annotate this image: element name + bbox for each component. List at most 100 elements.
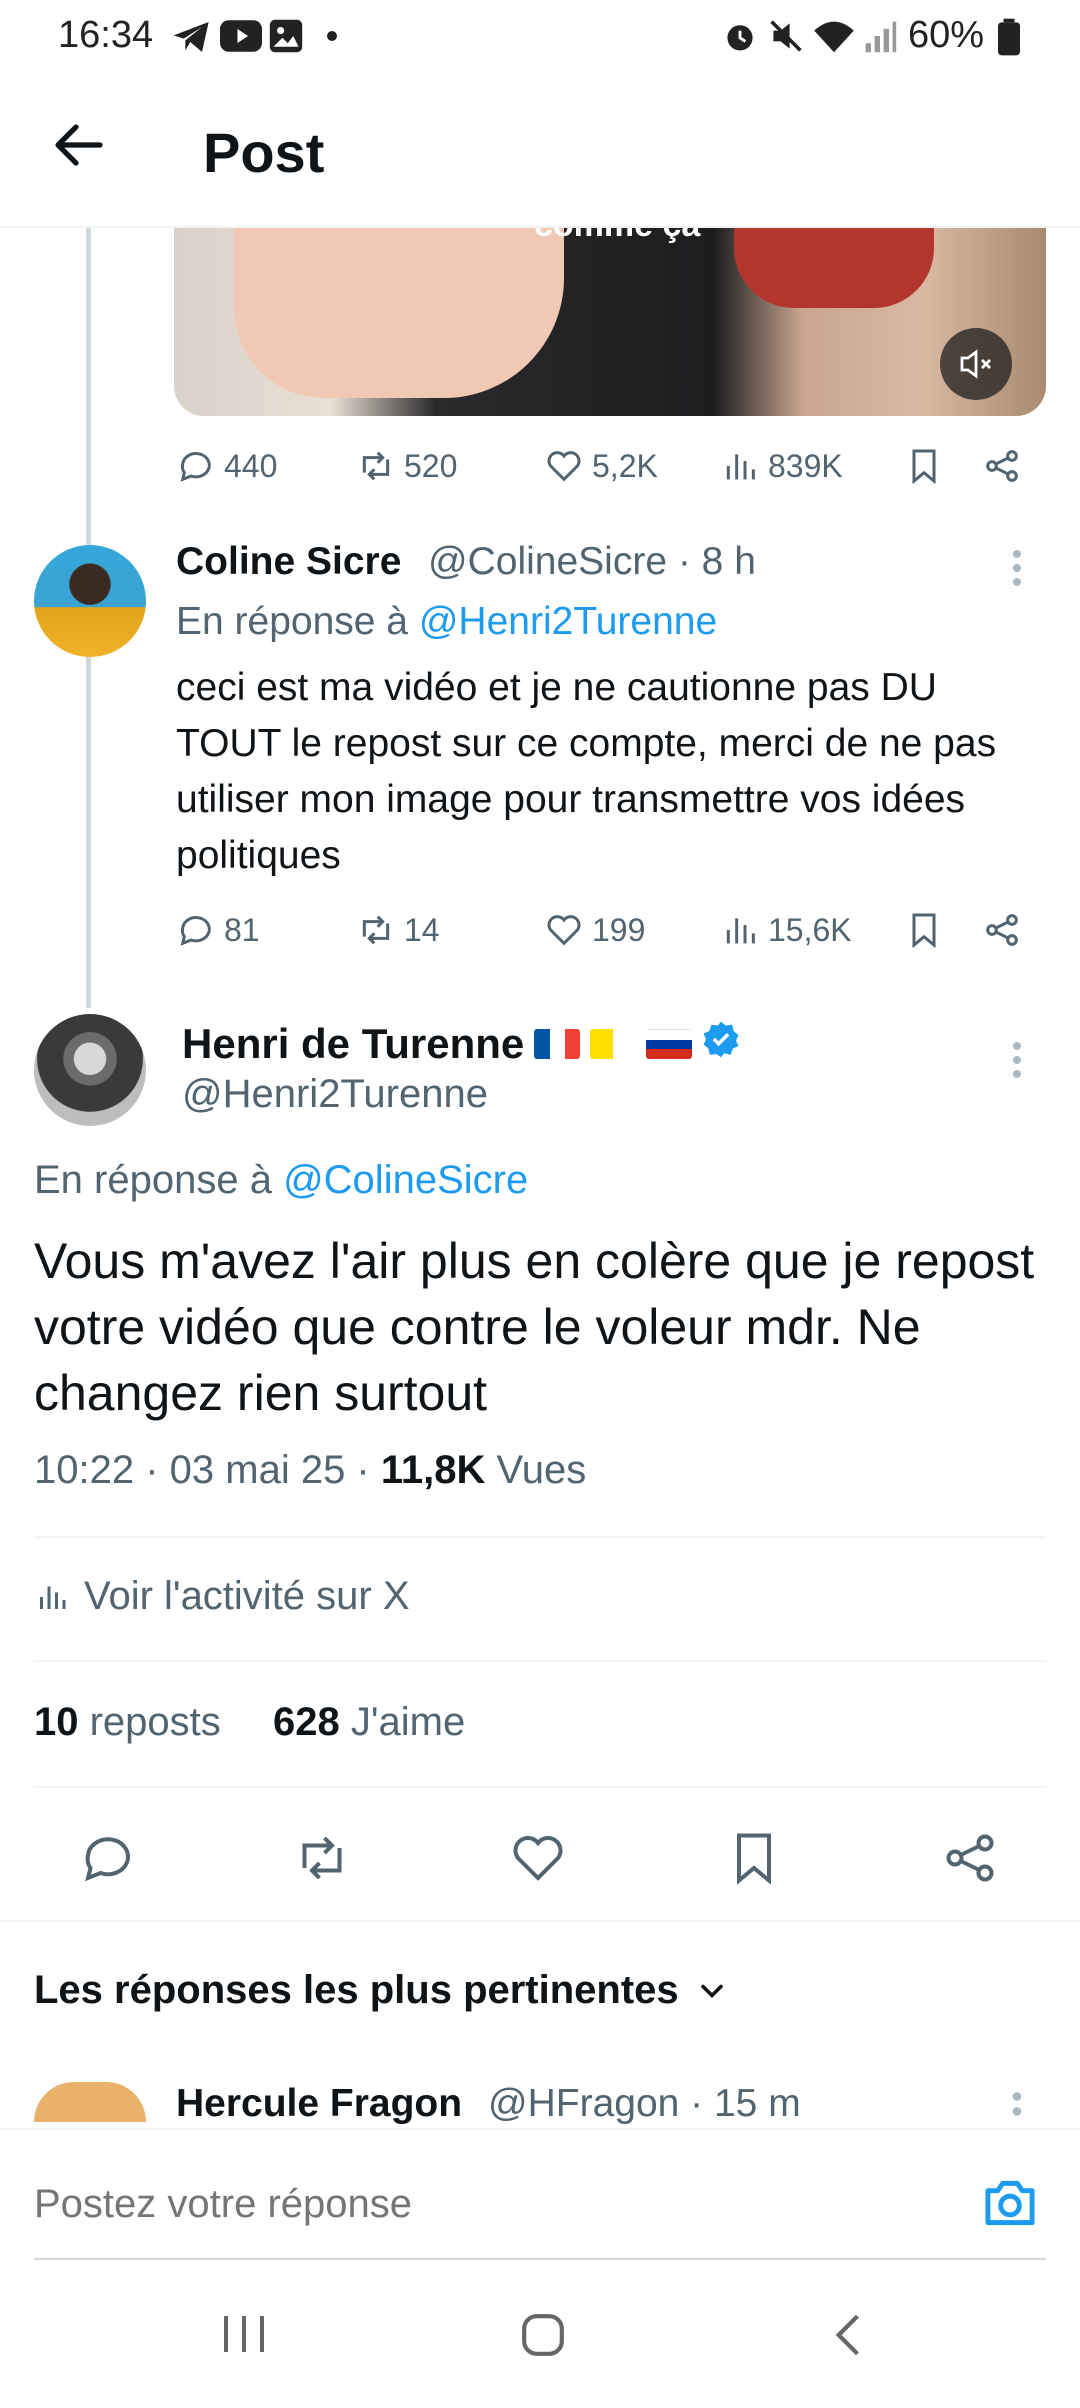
share-icon xyxy=(946,1834,994,1882)
hercule-avatar[interactable] xyxy=(34,2082,146,2122)
wifi-icon xyxy=(812,18,856,54)
reply-to-link[interactable]: @ColineSicre xyxy=(283,1158,528,1202)
page-title: Post xyxy=(203,121,325,184)
repost-icon xyxy=(362,451,390,481)
coline-handle-time[interactable]: @ColineSicre · 8 h xyxy=(428,540,756,584)
like-button[interactable]: 5,2K xyxy=(544,446,658,486)
telegram-icon xyxy=(172,20,212,54)
hercule-more-options-icon[interactable] xyxy=(1010,2090,1024,2120)
android-nav-bar xyxy=(0,2260,1080,2408)
recent-apps-button[interactable] xyxy=(222,2312,268,2361)
coline-post-text: ceci est ma vidéo et je ne cautionne pas… xyxy=(176,666,997,877)
coline-avatar[interactable] xyxy=(34,545,146,657)
home-button[interactable] xyxy=(520,2312,566,2363)
reply-button[interactable] xyxy=(78,1828,138,1893)
coline-more-options-icon[interactable] xyxy=(1010,548,1024,588)
activity-label[interactable]: Voir l'activité sur X xyxy=(84,1574,410,1619)
video-thumbnail[interactable]: comme ça xyxy=(174,228,1046,416)
reply-icon xyxy=(180,452,211,482)
henri-post-text: Vous m'avez l'air plus en colère que je … xyxy=(34,1233,1035,1421)
post-views-label: Vues xyxy=(485,1448,587,1492)
bookmark-icon xyxy=(737,1833,771,1885)
repost-icon xyxy=(362,915,390,945)
divider xyxy=(34,1786,1046,1788)
share-button[interactable] xyxy=(940,1828,1000,1893)
gallery-icon xyxy=(268,18,304,54)
coline-reply-to: En réponse à @Henri2Turenne xyxy=(176,600,717,644)
reply-count: 81 xyxy=(224,911,260,948)
heart-icon xyxy=(513,1836,563,1881)
like-count: 199 xyxy=(592,911,646,948)
share-button[interactable] xyxy=(982,910,1022,950)
bookmark-icon xyxy=(912,449,936,485)
divider xyxy=(34,1536,1046,1538)
back-chevron-icon xyxy=(835,2314,859,2356)
reposts-label[interactable]: reposts xyxy=(79,1700,221,1744)
share-icon xyxy=(986,450,1018,482)
reply-to-link[interactable]: @Henri2Turenne xyxy=(419,600,717,643)
video-mute-button[interactable] xyxy=(940,328,1012,400)
bookmark-icon xyxy=(912,913,936,949)
likes-count[interactable]: 628 xyxy=(273,1700,340,1744)
main-post-actions xyxy=(0,1810,1080,1910)
video-caption: comme ça xyxy=(534,228,700,245)
reply-icon xyxy=(180,916,211,946)
views-button[interactable]: 839K xyxy=(720,446,843,486)
bookmark-button[interactable] xyxy=(904,910,944,950)
repost-icon xyxy=(302,1836,342,1880)
view-count: 15,6K xyxy=(768,911,852,948)
coline-post-actions: 81 14 199 15,6K xyxy=(0,902,1080,962)
bookmark-button[interactable] xyxy=(904,446,944,486)
reply-button[interactable]: 81 xyxy=(176,910,260,950)
back-arrow-icon[interactable] xyxy=(52,122,104,168)
youtube-icon xyxy=(220,20,262,52)
sort-label[interactable]: Les réponses les plus pertinentes xyxy=(34,1968,679,2013)
status-time: 16:34 xyxy=(58,14,154,56)
hercule-display-name[interactable]: Hercule Fragon xyxy=(176,2082,462,2126)
france-flag-icon xyxy=(534,1029,581,1059)
repost-count: 520 xyxy=(404,447,458,484)
reply-button[interactable]: 440 xyxy=(176,446,277,486)
verified-badge-icon xyxy=(702,1020,740,1068)
heart-icon xyxy=(547,915,581,946)
volume-muted-icon xyxy=(960,349,991,379)
henri-reply-to: En réponse à @ColineSicre xyxy=(34,1158,528,1203)
russia-flag-icon xyxy=(646,1029,693,1059)
views-button[interactable]: 15,6K xyxy=(720,910,852,950)
engagement-stats: 10 reposts 628 J'aime xyxy=(34,1700,465,1745)
heart-icon xyxy=(547,451,581,482)
view-activity-link[interactable]: Voir l'activité sur X xyxy=(34,1574,410,1619)
reply-icon xyxy=(85,1837,130,1882)
henri-display-name[interactable]: Henri de Turenne xyxy=(182,1020,524,1068)
like-count: 5,2K xyxy=(592,447,658,484)
reply-input[interactable] xyxy=(34,2182,934,2227)
coline-display-name[interactable]: Coline Sicre xyxy=(176,540,401,584)
bookmark-button[interactable] xyxy=(724,1828,784,1893)
home-icon xyxy=(522,2314,564,2356)
henri-avatar[interactable] xyxy=(34,1014,146,1126)
sort-replies-dropdown[interactable]: Les réponses les plus pertinentes xyxy=(34,1968,727,2013)
back-button[interactable] xyxy=(832,2312,862,2363)
post-timestamp-views: 10:22 · 03 mai 25 · 11,8K Vues xyxy=(34,1448,586,1493)
likes-label[interactable]: J'aime xyxy=(340,1700,465,1744)
camera-icon[interactable] xyxy=(980,2176,1040,2230)
divider xyxy=(34,1660,1046,1662)
hercule-handle-time[interactable]: @HFragon · 15 m xyxy=(488,2082,801,2126)
share-button[interactable] xyxy=(982,446,1022,486)
dot-icon xyxy=(326,30,338,42)
repost-button[interactable]: 520 xyxy=(356,446,457,486)
repost-button[interactable]: 14 xyxy=(356,910,440,950)
reposts-count[interactable]: 10 xyxy=(34,1700,79,1744)
henri-more-options-icon[interactable] xyxy=(1010,1040,1024,1080)
battery-percentage: 60% xyxy=(908,14,985,56)
views-icon xyxy=(726,918,755,944)
henri-handle[interactable]: @Henri2Turenne xyxy=(182,1072,488,1117)
top-header: Post xyxy=(0,72,1080,228)
view-count: 839K xyxy=(768,447,843,484)
views-icon xyxy=(726,454,755,480)
like-button[interactable]: 199 xyxy=(544,910,645,950)
like-button[interactable] xyxy=(508,1828,568,1893)
vatican-flag-icon xyxy=(590,1029,637,1059)
henri-name-row[interactable]: Henri de Turenne xyxy=(182,1020,740,1068)
repost-button[interactable] xyxy=(292,1828,352,1893)
